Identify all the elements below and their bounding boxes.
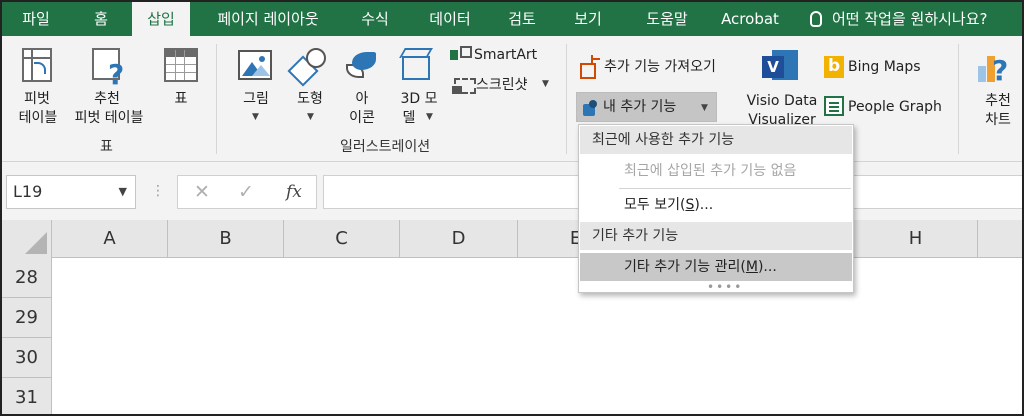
manage-other-addins-item[interactable]: 기타 추가 기능 관리(M)... <box>580 253 852 281</box>
worksheet-grid: A B C D E H 28 29 30 31 <box>2 220 1022 414</box>
picture-label: 그림 <box>243 91 269 107</box>
column-header-h[interactable]: H <box>854 220 978 258</box>
recent-addins-header: 최근에 사용한 추가 기능 <box>580 126 852 154</box>
recommended-pivot-icon: ? <box>92 48 124 91</box>
illustrations-group-label: 일러스트레이션 <box>340 139 431 155</box>
name-box-value: L19 <box>13 182 43 201</box>
3d-models-label-1: 3D 모 <box>400 91 438 107</box>
splitter-grip-icon[interactable]: ⋮ <box>151 184 165 198</box>
my-addins-button[interactable]: 내 추가 기능 ▼ <box>576 92 717 122</box>
column-header-c[interactable]: C <box>284 220 400 258</box>
icons-label-2: 이콘 <box>349 110 375 126</box>
tab-acrobat[interactable]: Acrobat <box>710 2 790 36</box>
excel-window: 파일 홈 삽입 페이지 레이아웃 수식 데이터 검토 보기 도움말 Acroba… <box>0 0 1024 416</box>
formula-bar: L19 ▼ ⋮ ✕ ✓ fx <box>2 162 1022 220</box>
recommended-charts-icon: ? <box>978 48 1014 87</box>
shapes-label: 도형 <box>297 91 323 107</box>
smartart-icon <box>450 46 472 64</box>
my-addins-dropdown: 최근에 사용한 추가 기능 최근에 삽입된 추가 기능 없음 모두 보기(S).… <box>578 124 854 294</box>
icons-icon <box>346 48 380 82</box>
chevron-down-icon: ▼ <box>252 112 259 122</box>
recommended-charts-label-2: 차트 <box>985 112 1011 128</box>
smartart-label: SmartArt <box>474 47 538 63</box>
recommended-charts-label-1: 추천 <box>985 93 1011 109</box>
pivot-table-label-2: 테이블 <box>18 110 58 126</box>
chevron-down-icon: ▼ <box>307 112 314 122</box>
resize-grip-icon[interactable]: •••• <box>707 280 743 294</box>
row-header-29[interactable]: 29 <box>2 298 52 338</box>
menu-divider <box>619 188 851 189</box>
tab-view[interactable]: 보기 <box>558 2 618 36</box>
chevron-down-icon[interactable]: ▼ <box>119 176 127 208</box>
ribbon-insert-panel: 피벗 테이블 ? 추천 피벗 테이블 표 표 그림 ▼ 도형 ▼ 아 이콘 3D… <box>2 36 1022 162</box>
column-header-b[interactable]: B <box>168 220 284 258</box>
bing-icon <box>824 56 844 78</box>
table-icon <box>164 48 198 82</box>
pivot-table-icon <box>22 48 52 82</box>
tell-me-box[interactable]: 어떤 작업을 원하시나요? <box>810 2 988 36</box>
chevron-down-icon: ▼ <box>701 103 708 113</box>
group-divider <box>566 44 567 154</box>
recommended-pivot-label-2: 피벗 테이블 <box>74 110 144 126</box>
screenshot-label: 스크린샷 <box>476 77 528 93</box>
tell-me-text: 어떤 작업을 원하시나요? <box>832 10 988 28</box>
tables-group-label: 표 <box>100 139 113 155</box>
people-graph-icon <box>824 96 844 116</box>
my-addins-label: 내 추가 기능 <box>603 99 677 115</box>
icons-label-1: 아 <box>355 91 369 107</box>
see-all-addins-item[interactable]: 모두 보기(S)... <box>580 191 852 219</box>
ribbon-tab-bar: 파일 홈 삽입 페이지 레이아웃 수식 데이터 검토 보기 도움말 Acroba… <box>2 2 1022 38</box>
column-header-a[interactable]: A <box>52 220 168 258</box>
chevron-down-icon: ▼ <box>542 79 549 89</box>
bing-maps-label: Bing Maps <box>848 59 921 75</box>
see-all-text: 모두 보기( <box>624 197 686 213</box>
screenshot-icon <box>452 78 476 94</box>
manage-accesskey: M <box>745 259 758 275</box>
row-header-30[interactable]: 30 <box>2 338 52 378</box>
tab-review[interactable]: 검토 <box>492 2 552 36</box>
cancel-icon[interactable]: ✕ <box>194 176 210 208</box>
formula-buttons: ✕ ✓ fx <box>177 175 317 209</box>
store-icon <box>580 55 600 79</box>
tab-help[interactable]: 도움말 <box>626 2 708 36</box>
tab-file[interactable]: 파일 <box>2 2 70 36</box>
group-divider <box>216 44 217 154</box>
check-icon[interactable]: ✓ <box>238 176 254 208</box>
lightbulb-icon <box>810 11 822 27</box>
see-all-accesskey: S <box>685 197 695 213</box>
get-addins-label: 추가 기능 가져오기 <box>604 59 716 75</box>
3d-models-label-2: 델 <box>402 110 416 126</box>
tab-data[interactable]: 데이터 <box>412 2 488 36</box>
pivot-table-label-1: 피벗 <box>24 91 50 107</box>
my-addins-icon <box>583 100 599 116</box>
manage-text: 기타 추가 기능 관리( <box>624 259 746 275</box>
row-header-28[interactable]: 28 <box>2 258 52 298</box>
shapes-icon <box>287 48 326 87</box>
cube-icon <box>399 48 434 84</box>
tab-page-layout[interactable]: 페이지 레이아웃 <box>198 2 338 36</box>
other-addins-header: 기타 추가 기능 <box>580 222 852 250</box>
column-header-row: A B C D E H <box>2 220 1022 258</box>
no-recent-addins-item: 최근에 삽입된 추가 기능 없음 <box>624 163 797 179</box>
people-graph-label: People Graph <box>848 99 942 115</box>
column-header-d[interactable]: D <box>400 220 518 258</box>
visio-icon: V <box>762 50 800 84</box>
visio-label-1: Visio Data <box>746 93 818 109</box>
manage-suffix: )... <box>757 259 777 275</box>
table-label: 표 <box>174 91 188 107</box>
picture-icon <box>238 50 272 80</box>
chevron-down-icon: ▼ <box>426 112 433 122</box>
tab-formulas[interactable]: 수식 <box>342 2 408 36</box>
see-all-suffix: )... <box>694 197 714 213</box>
tab-insert[interactable]: 삽입 <box>132 2 190 38</box>
row-header-31[interactable]: 31 <box>2 378 52 414</box>
select-all-button[interactable] <box>2 220 52 258</box>
tab-home[interactable]: 홈 <box>70 2 132 36</box>
group-divider <box>958 44 959 154</box>
name-box[interactable]: L19 ▼ <box>6 175 136 209</box>
insert-function-button[interactable]: fx <box>286 176 302 208</box>
recommended-pivot-label-1: 추천 <box>94 91 120 107</box>
